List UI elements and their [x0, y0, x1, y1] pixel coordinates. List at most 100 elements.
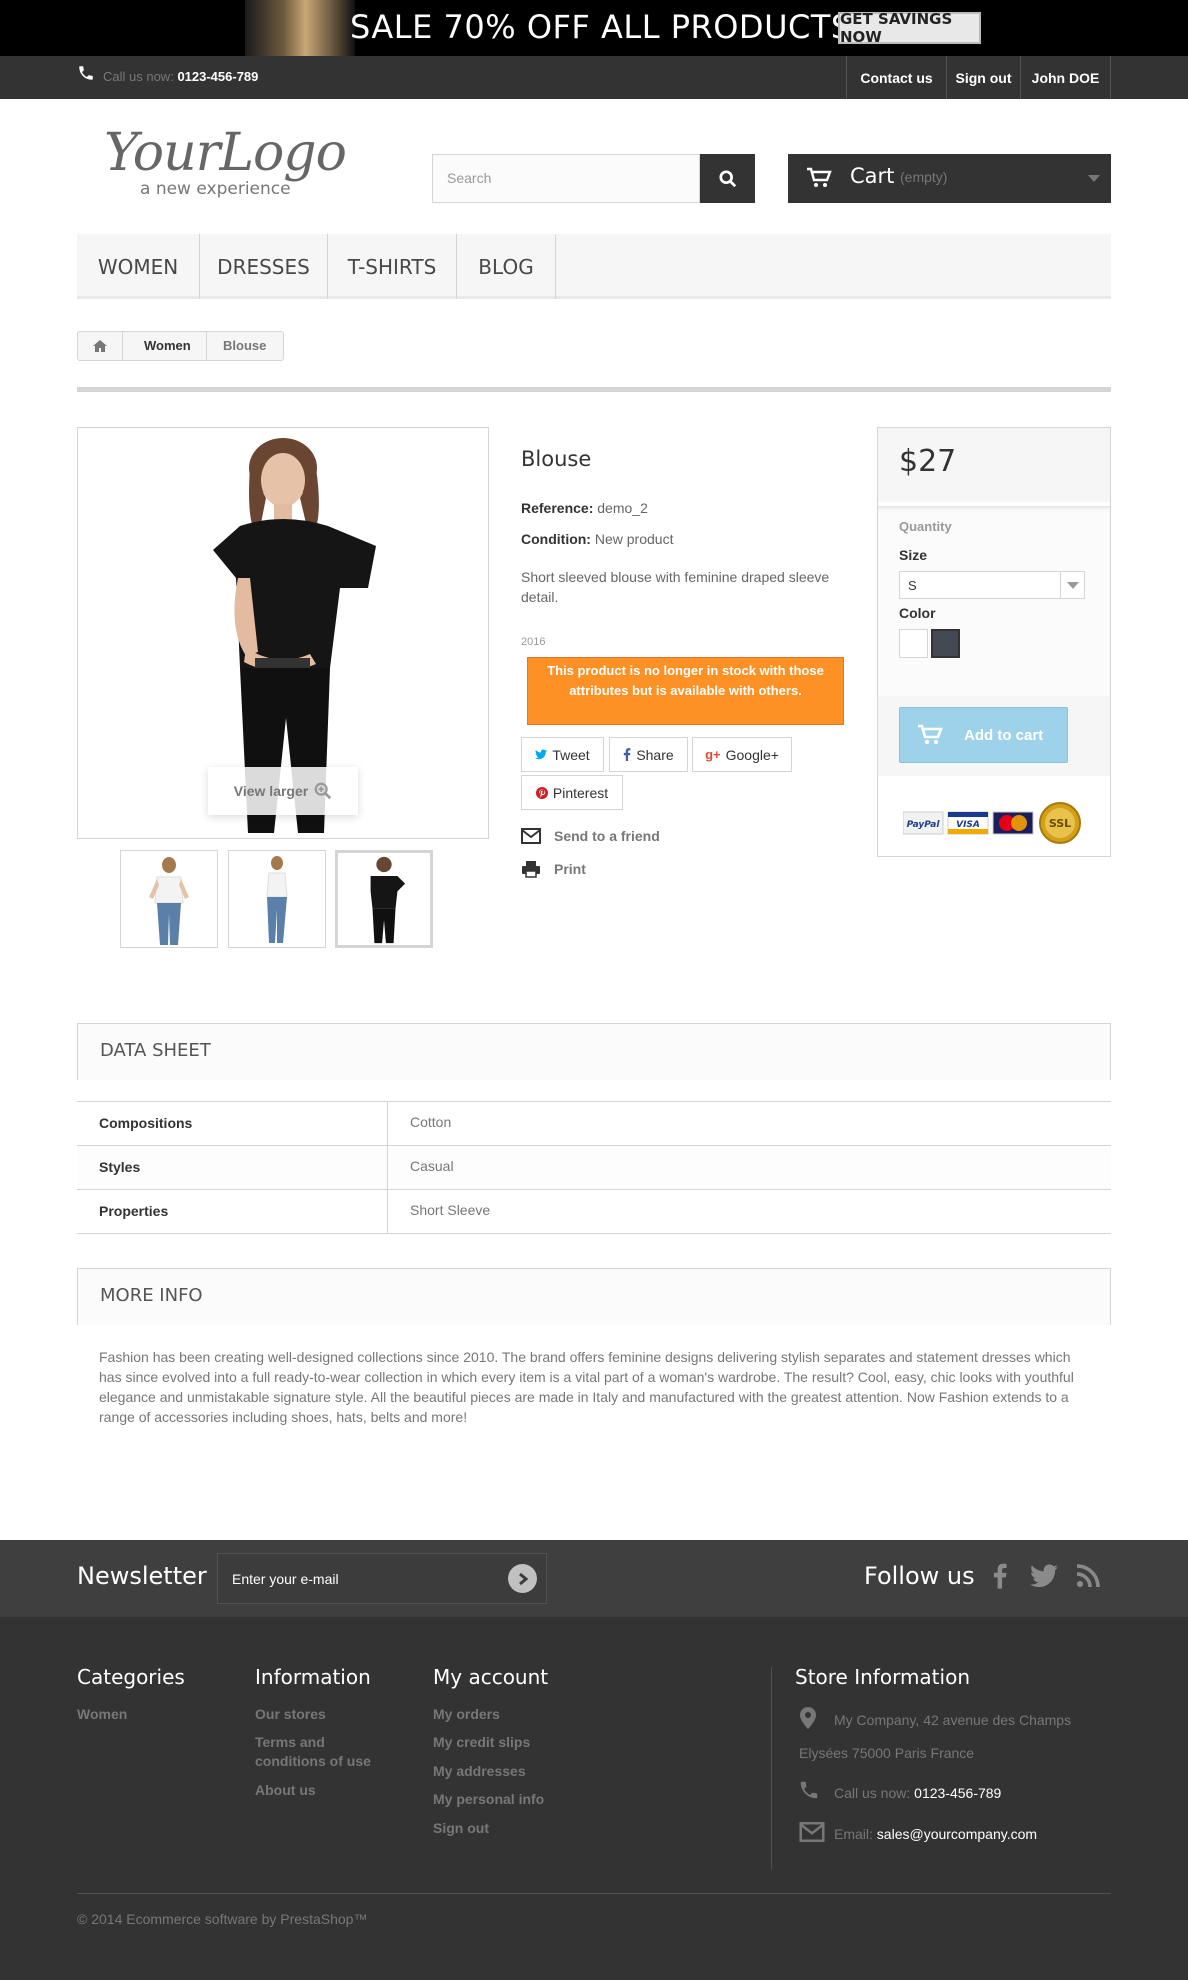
data-sheet-key: Styles	[99, 1159, 141, 1175]
color-swatch-white[interactable]	[899, 629, 928, 658]
search-input[interactable]: Search	[432, 154, 700, 203]
footer-link-terms[interactable]: Terms and conditions of use	[255, 1733, 395, 1771]
store-email-label: Email:	[834, 1826, 873, 1842]
quantity-label: Quantity	[899, 519, 952, 534]
footer-link-women[interactable]: Women	[77, 1705, 127, 1724]
thumbnail-black-blouse	[370, 856, 406, 944]
menu-item-tshirts[interactable]: T-SHIRTS	[328, 234, 457, 299]
footer-link-personal-info[interactable]: My personal info	[433, 1790, 544, 1809]
more-info-heading: MORE INFO	[77, 1268, 1111, 1325]
footer-account-title: My account	[433, 1665, 549, 1689]
send-to-friend-link[interactable]: Send to a friend	[521, 828, 660, 844]
add-to-cart-button[interactable]: Add to cart	[899, 707, 1068, 763]
store-address-line2: Elysées 75000 Paris France	[799, 1745, 975, 1761]
thumbnail-white-top	[149, 857, 189, 945]
pinterest-label: Pinterest	[552, 784, 609, 801]
store-call-label: Call us now:	[834, 1785, 911, 1801]
color-swatch-dark[interactable]	[931, 629, 960, 658]
zoom-icon	[314, 782, 332, 800]
google-plus-button[interactable]: g+ Google+	[692, 737, 792, 772]
envelope-icon	[799, 1822, 825, 1842]
data-sheet-key: Compositions	[99, 1115, 193, 1131]
map-marker-icon	[800, 1707, 816, 1729]
data-sheet-heading: DATA SHEET	[77, 1023, 1111, 1080]
breadcrumb-current: Blouse	[223, 338, 267, 353]
view-larger-label: View larger	[233, 783, 309, 799]
menu-item-women[interactable]: WOMEN	[77, 234, 200, 299]
reference-label: Reference:	[521, 500, 594, 516]
cart-block[interactable]: Cart (empty)	[788, 154, 1111, 203]
rss-icon[interactable]	[1073, 1561, 1103, 1591]
section-divider	[77, 387, 1111, 392]
payment-logos: PayPal VISA SSL	[903, 802, 1081, 844]
breadcrumb-women[interactable]: Women	[144, 338, 191, 353]
chevron-down-icon	[1088, 175, 1100, 182]
banner-title: SALE 70% OFF ALL PRODUCTS	[350, 8, 852, 46]
store-phone-number: 0123-456-789	[914, 1785, 1002, 1801]
thumbnail-white-top-side	[266, 856, 288, 943]
footer-link-addresses[interactable]: My addresses	[433, 1762, 526, 1781]
breadcrumb-divider	[122, 332, 123, 360]
twitter-icon[interactable]	[1029, 1561, 1059, 1591]
color-label: Color	[899, 605, 936, 621]
breadcrumb-divider	[206, 332, 207, 360]
newsletter-email-input[interactable]: Enter your e-mail	[217, 1553, 547, 1604]
footer-divider	[771, 1667, 772, 1870]
table-row: Properties Short Sleeve	[77, 1189, 1111, 1234]
footer-information-title: Information	[255, 1665, 371, 1689]
footer-store-title: Store Information	[795, 1665, 970, 1689]
cart-icon	[807, 167, 832, 187]
call-label: Call us now:	[103, 69, 174, 84]
menu-item-dresses[interactable]: DRESSES	[200, 234, 328, 299]
account-link[interactable]: John DOE	[1020, 56, 1111, 99]
pinterest-icon	[535, 786, 548, 799]
paypal-logo-text: PayPal	[907, 820, 941, 830]
tweet-button[interactable]: Tweet	[521, 737, 604, 772]
print-link[interactable]: Print	[521, 860, 586, 878]
cart-label: Cart	[850, 164, 895, 188]
footer-link-sign-out[interactable]: Sign out	[433, 1819, 489, 1838]
footer-link-about-us[interactable]: About us	[255, 1781, 316, 1800]
menu-item-blog[interactable]: BLOG	[457, 234, 556, 299]
buy-box: $27 Quantity Size S Color Add to cart Pa…	[877, 427, 1111, 857]
top-call-text: Call us now: 0123-456-789	[103, 69, 258, 84]
size-select[interactable]: S	[899, 571, 1085, 599]
stock-alert: This product is no longer in stock with …	[527, 657, 844, 725]
footer-link-my-orders[interactable]: My orders	[433, 1705, 500, 1724]
chevron-right-icon	[518, 1572, 528, 1585]
home-icon	[93, 340, 107, 352]
product-thumbnail[interactable]	[120, 850, 218, 948]
view-larger-button[interactable]: View larger	[208, 767, 358, 815]
store-email: Email: sales@yourcompany.com	[834, 1818, 1037, 1851]
pinterest-button[interactable]: Pinterest	[521, 775, 623, 810]
footer-link-credit-slips[interactable]: My credit slips	[433, 1733, 530, 1752]
footer-link-our-stores[interactable]: Our stores	[255, 1705, 326, 1724]
add-to-cart-label: Add to cart	[964, 726, 1044, 744]
product-condition: Condition: New product	[521, 531, 673, 547]
breadcrumb: Women Blouse	[77, 331, 284, 361]
condition-value: New product	[594, 531, 674, 547]
footer-divider	[77, 1893, 1111, 1894]
share-label: Share	[636, 746, 674, 763]
reference-value: demo_2	[597, 500, 648, 516]
print-label: Print	[554, 861, 586, 877]
print-icon	[522, 861, 540, 878]
product-title: Blouse	[521, 447, 592, 471]
contact-us-link[interactable]: Contact us	[846, 56, 946, 99]
top-phone-number: 0123-456-789	[177, 69, 259, 84]
breadcrumb-home[interactable]	[78, 332, 122, 360]
product-thumbnail[interactable]	[228, 850, 326, 948]
get-savings-button[interactable]: GET SAVINGS NOW	[838, 10, 981, 46]
more-info-text: Fashion has been creating well-designed …	[99, 1349, 1074, 1425]
product-thumbnail-selected[interactable]	[335, 850, 433, 948]
search-button[interactable]	[700, 154, 755, 203]
sign-out-link[interactable]: Sign out	[946, 56, 1020, 99]
store-logo[interactable]: YourLogo a new experience	[100, 122, 360, 202]
data-sheet-value: Casual	[387, 1146, 1111, 1189]
cart-status: (empty)	[900, 169, 948, 185]
newsletter-submit-button[interactable]	[508, 1564, 537, 1593]
facebook-share-button[interactable]: Share	[609, 737, 688, 772]
copyright-text[interactable]: © 2014 Ecommerce software by PrestaShop™	[77, 1911, 367, 1927]
facebook-icon[interactable]	[985, 1561, 1015, 1591]
store-email-address[interactable]: sales@yourcompany.com	[877, 1826, 1037, 1842]
